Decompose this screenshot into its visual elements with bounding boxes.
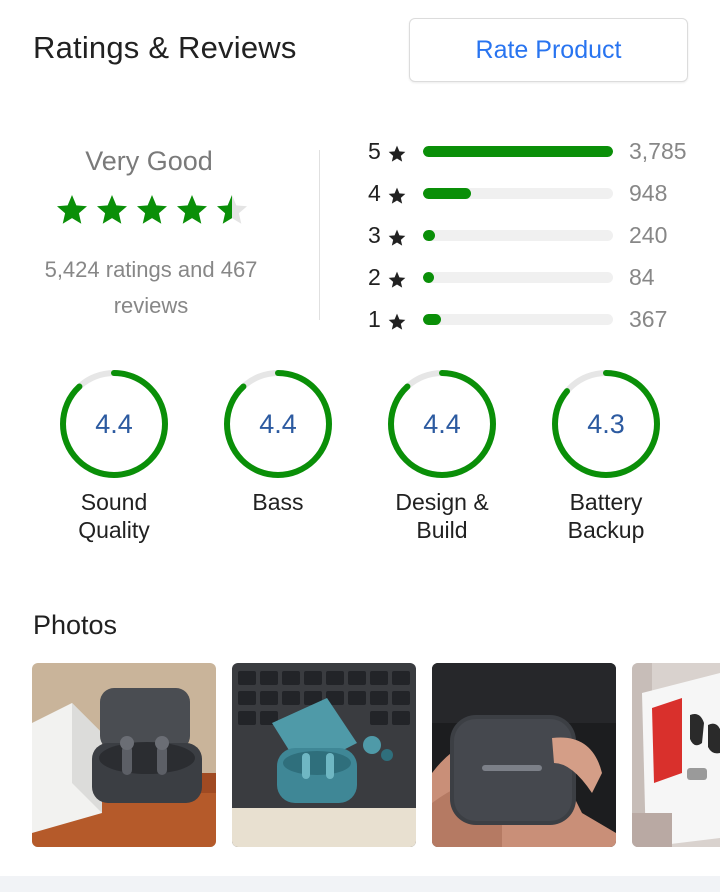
rating-row-4: 4 948 [360, 178, 710, 210]
rating-level-label: 1 [368, 306, 381, 332]
aspect-score: 4.4 [259, 409, 297, 439]
star-icon [388, 271, 406, 288]
charging-case-in-hand-photo[interactable] [432, 663, 616, 847]
photo-image [32, 663, 216, 847]
rating-bar-fill [423, 188, 471, 199]
rate-product-button[interactable]: Rate Product [409, 18, 688, 82]
aspect-label: Design & Build [395, 489, 489, 543]
rating-bar-track [423, 230, 613, 241]
rating-bar-track [423, 146, 613, 157]
photo-image [232, 663, 416, 847]
rating-summary: Very Good 5,424 ratings and 467 reviews [0, 140, 300, 330]
rating-row-3: 3 240 [360, 220, 710, 252]
star-icon [137, 195, 167, 224]
aspect-rating-battery-backup[interactable]: 4.3 Battery Backup [524, 368, 688, 544]
aspect-score: 4.3 [587, 409, 625, 439]
rating-count: 367 [629, 306, 668, 332]
aspect-label: Bass [252, 489, 304, 515]
star-icon [97, 195, 127, 224]
aspect-rating-sound-quality[interactable]: 4.4 Sound Quality [32, 368, 196, 544]
star-icon [388, 313, 406, 330]
rating-bar-track [423, 272, 613, 283]
aspect-label: Sound Quality [78, 489, 150, 543]
rating-verdict: Very Good [85, 146, 213, 176]
rating-count: 240 [629, 222, 668, 248]
rating-bar-track [423, 188, 613, 199]
section-title: Ratings & Reviews [33, 30, 297, 65]
rating-level-label: 4 [368, 180, 381, 206]
photos-title: Photos [33, 610, 118, 640]
rating-bar-fill [423, 230, 436, 241]
summary-divider [319, 150, 320, 320]
star-icon [388, 229, 406, 246]
star-icon [177, 195, 207, 224]
photo-image [432, 663, 616, 847]
section-footer-divider [0, 876, 720, 892]
ratings-count-text: 5,424 ratings and 467 reviews [44, 257, 258, 318]
rating-level-label: 5 [368, 138, 381, 164]
rating-count: 84 [629, 264, 655, 290]
rating-bar-fill [423, 272, 435, 283]
rating-level-label: 2 [368, 264, 381, 290]
rating-bar-fill [423, 146, 613, 157]
score-ring: 4.4 [222, 368, 334, 480]
aspect-rating-design-build[interactable]: 4.4 Design & Build [360, 368, 524, 544]
score-ring: 4.3 [550, 368, 662, 480]
rating-level-label: 3 [368, 222, 381, 248]
rating-row-5: 5 3,785 [360, 136, 710, 168]
aspect-score: 4.4 [95, 409, 133, 439]
rating-bar-track [423, 314, 613, 325]
ratings-header: Ratings & Reviews Rate Product [0, 0, 720, 100]
rating-row-1: 1 367 [360, 304, 710, 336]
rating-count: 948 [629, 180, 668, 206]
teal-earbuds-on-laptop-photo[interactable] [232, 663, 416, 847]
score-ring: 4.4 [58, 368, 170, 480]
earbuds-packaging-photo[interactable] [632, 663, 720, 847]
rating-count: 3,785 [629, 138, 687, 164]
aspect-rating-bass[interactable]: 4.4 Bass [196, 368, 360, 516]
photo-image [632, 663, 720, 847]
earbuds-open-case-photo[interactable] [32, 663, 216, 847]
score-ring: 4.4 [386, 368, 498, 480]
rating-bar-fill [423, 314, 442, 325]
rating-row-2: 2 84 [360, 262, 710, 294]
aspect-label: Battery Backup [567, 489, 645, 543]
star-icon [57, 195, 87, 224]
aspect-ratings: 4.4 Sound Quality 4.4 Bass 4.4 Design & Bu… [0, 368, 720, 558]
half-star-icon [217, 195, 247, 224]
star-icon [388, 187, 406, 204]
star-icon [388, 145, 406, 162]
aspect-score: 4.4 [423, 409, 461, 439]
rating-stars [54, 192, 250, 228]
